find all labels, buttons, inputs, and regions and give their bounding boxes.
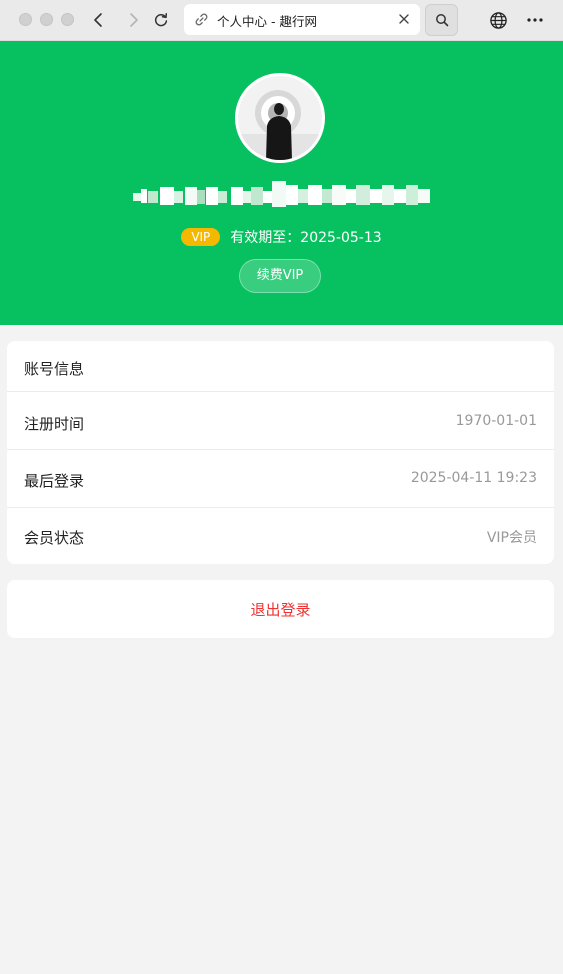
reload-button[interactable]: [149, 8, 173, 32]
divider: [7, 391, 554, 392]
account-info-card: 账号信息 注册时间 1970-01-01 最后登录 2025-04-11 19:…: [7, 341, 554, 564]
avatar[interactable]: [235, 73, 325, 163]
browser-toolbar: 个人中心 - 趣行网: [0, 0, 563, 41]
forward-button[interactable]: [121, 8, 145, 32]
search-icon: [435, 14, 448, 27]
vip-status-row: VIP 有效期至：2025-05-13: [0, 226, 563, 248]
window-close-dot[interactable]: [19, 13, 32, 26]
close-icon[interactable]: [397, 12, 411, 26]
logout-label: 退出登录: [250, 601, 311, 619]
link-icon: [195, 13, 208, 26]
chevron-right-icon: [130, 13, 138, 27]
avatar-photo: [238, 76, 322, 160]
account-info-title: 账号信息: [24, 360, 85, 378]
register-time-label: 注册时间: [24, 415, 85, 433]
last-login-value: 2025-04-11 19:23: [410, 470, 537, 486]
username-redacted: [133, 181, 430, 207]
vip-expiry-text: 有效期至：2025-05-13: [230, 230, 382, 246]
window-minimize-dot[interactable]: [40, 13, 53, 26]
more-icon: [527, 18, 543, 22]
search-button[interactable]: [425, 4, 458, 36]
reload-icon: [154, 13, 168, 27]
globe-icon: [489, 11, 507, 29]
tab-title: 个人中心 - 趣行网: [217, 14, 317, 29]
member-status-value: VIP会员: [486, 530, 537, 546]
member-status-label: 会员状态: [24, 529, 85, 547]
profile-header: VIP 有效期至：2025-05-13 续费VIP: [0, 41, 563, 325]
register-time-value: 1970-01-01: [455, 413, 537, 429]
last-login-label: 最后登录: [24, 472, 85, 490]
more-button[interactable]: [523, 8, 547, 32]
vip-badge: VIP: [181, 228, 221, 246]
logout-button[interactable]: 退出登录: [7, 580, 554, 638]
divider: [7, 507, 554, 508]
divider: [7, 449, 554, 450]
renew-vip-button[interactable]: 续费VIP: [239, 259, 321, 293]
translate-button[interactable]: [486, 8, 510, 32]
chevron-left-icon: [94, 13, 102, 27]
window-zoom-dot[interactable]: [61, 13, 74, 26]
back-button[interactable]: [87, 8, 111, 32]
address-bar[interactable]: 个人中心 - 趣行网: [184, 4, 420, 35]
